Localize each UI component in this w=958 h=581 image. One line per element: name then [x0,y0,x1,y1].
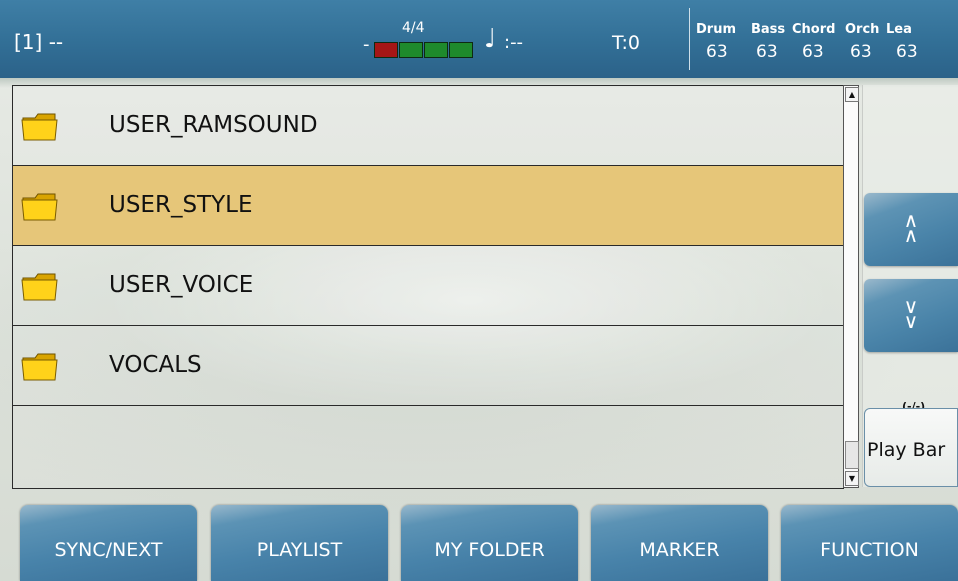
divider [689,8,690,70]
page-down-button[interactable]: ∨ ∨ [864,279,958,352]
mixer-values: 63 63 63 63 63 [706,42,918,62]
mixer-labels: Drum Bass Chord Orch Lea [696,22,916,37]
list-item[interactable]: USER_RAMSOUND [13,86,843,166]
mixer-value-chord[interactable]: 63 [802,42,850,62]
playlist-label: PLAYLIST [256,539,343,561]
function-button[interactable]: FUNCTION [781,505,958,581]
mixer-value-orch[interactable]: 63 [850,42,896,62]
folder-icon [21,273,58,301]
list-item-empty[interactable] [13,406,843,486]
function-label: FUNCTION [820,539,919,561]
marker-label: MARKER [639,539,720,561]
list-scrollbar[interactable]: ▲ ▼ [843,85,859,488]
scroll-up-arrow-icon[interactable]: ▲ [845,87,859,102]
tempo-value[interactable]: :-- [504,32,523,53]
beat-2 [399,42,423,58]
beat-indicator [374,42,473,58]
double-chevron-up-icon: ∧ ∧ [903,208,919,247]
mixer-label-chord: Chord [792,22,836,37]
list-item-label: USER_STYLE [109,192,253,218]
folder-icon [21,353,58,381]
quarter-note-icon: ♩ [484,24,497,54]
mixer-label-bass: Bass [751,22,786,37]
song-indicator[interactable]: [1] -- [14,30,63,54]
beat-3 [424,42,448,58]
mixer-value-bass[interactable]: 63 [756,42,802,62]
my-folder-label: MY FOLDER [434,539,545,561]
mixer-label-drum: Drum [696,22,737,37]
mixer-value-lead[interactable]: 63 [896,42,918,62]
time-signature: 4/4 [402,20,425,36]
double-chevron-down-icon: ∨ ∨ [903,294,919,333]
list-item[interactable]: USER_VOICE [13,246,843,326]
sync-next-button[interactable]: SYNC/NEXT [20,505,197,581]
scroll-thumb[interactable] [845,441,859,469]
status-bar: [1] -- - 4/4 ♩ :-- T:0 Drum Bass Chord Orch… [0,0,958,78]
list-item-selected[interactable]: USER_STYLE [13,166,843,246]
play-bar-label: Play Bar [867,439,946,461]
page-up-button[interactable]: ∧ ∧ [864,193,958,266]
beat-4 [449,42,473,58]
status-dash: - [363,34,370,55]
list-item-label: USER_VOICE [109,272,254,298]
sync-next-label: SYNC/NEXT [54,539,163,561]
mixer-label-orch: Orch [845,22,880,37]
list-item[interactable]: VOCALS [13,326,843,406]
beat-1 [374,42,398,58]
folder-icon [21,193,58,221]
folder-icon [21,113,58,141]
mixer-label-lead: Lea [886,22,912,37]
list-item-label: USER_RAMSOUND [109,112,318,138]
marker-button[interactable]: MARKER [591,505,768,581]
list-item-label: VOCALS [109,352,202,378]
file-list: USER_RAMSOUND USER_STYLE USER_VOICE VOCA… [12,85,844,489]
play-bar-button[interactable]: Play Bar [864,408,958,487]
mixer-value-drum[interactable]: 63 [706,42,756,62]
my-folder-button[interactable]: MY FOLDER [401,505,578,581]
playlist-button[interactable]: PLAYLIST [211,505,388,581]
transpose-value[interactable]: T:0 [612,32,640,54]
scroll-down-arrow-icon[interactable]: ▼ [845,471,859,486]
